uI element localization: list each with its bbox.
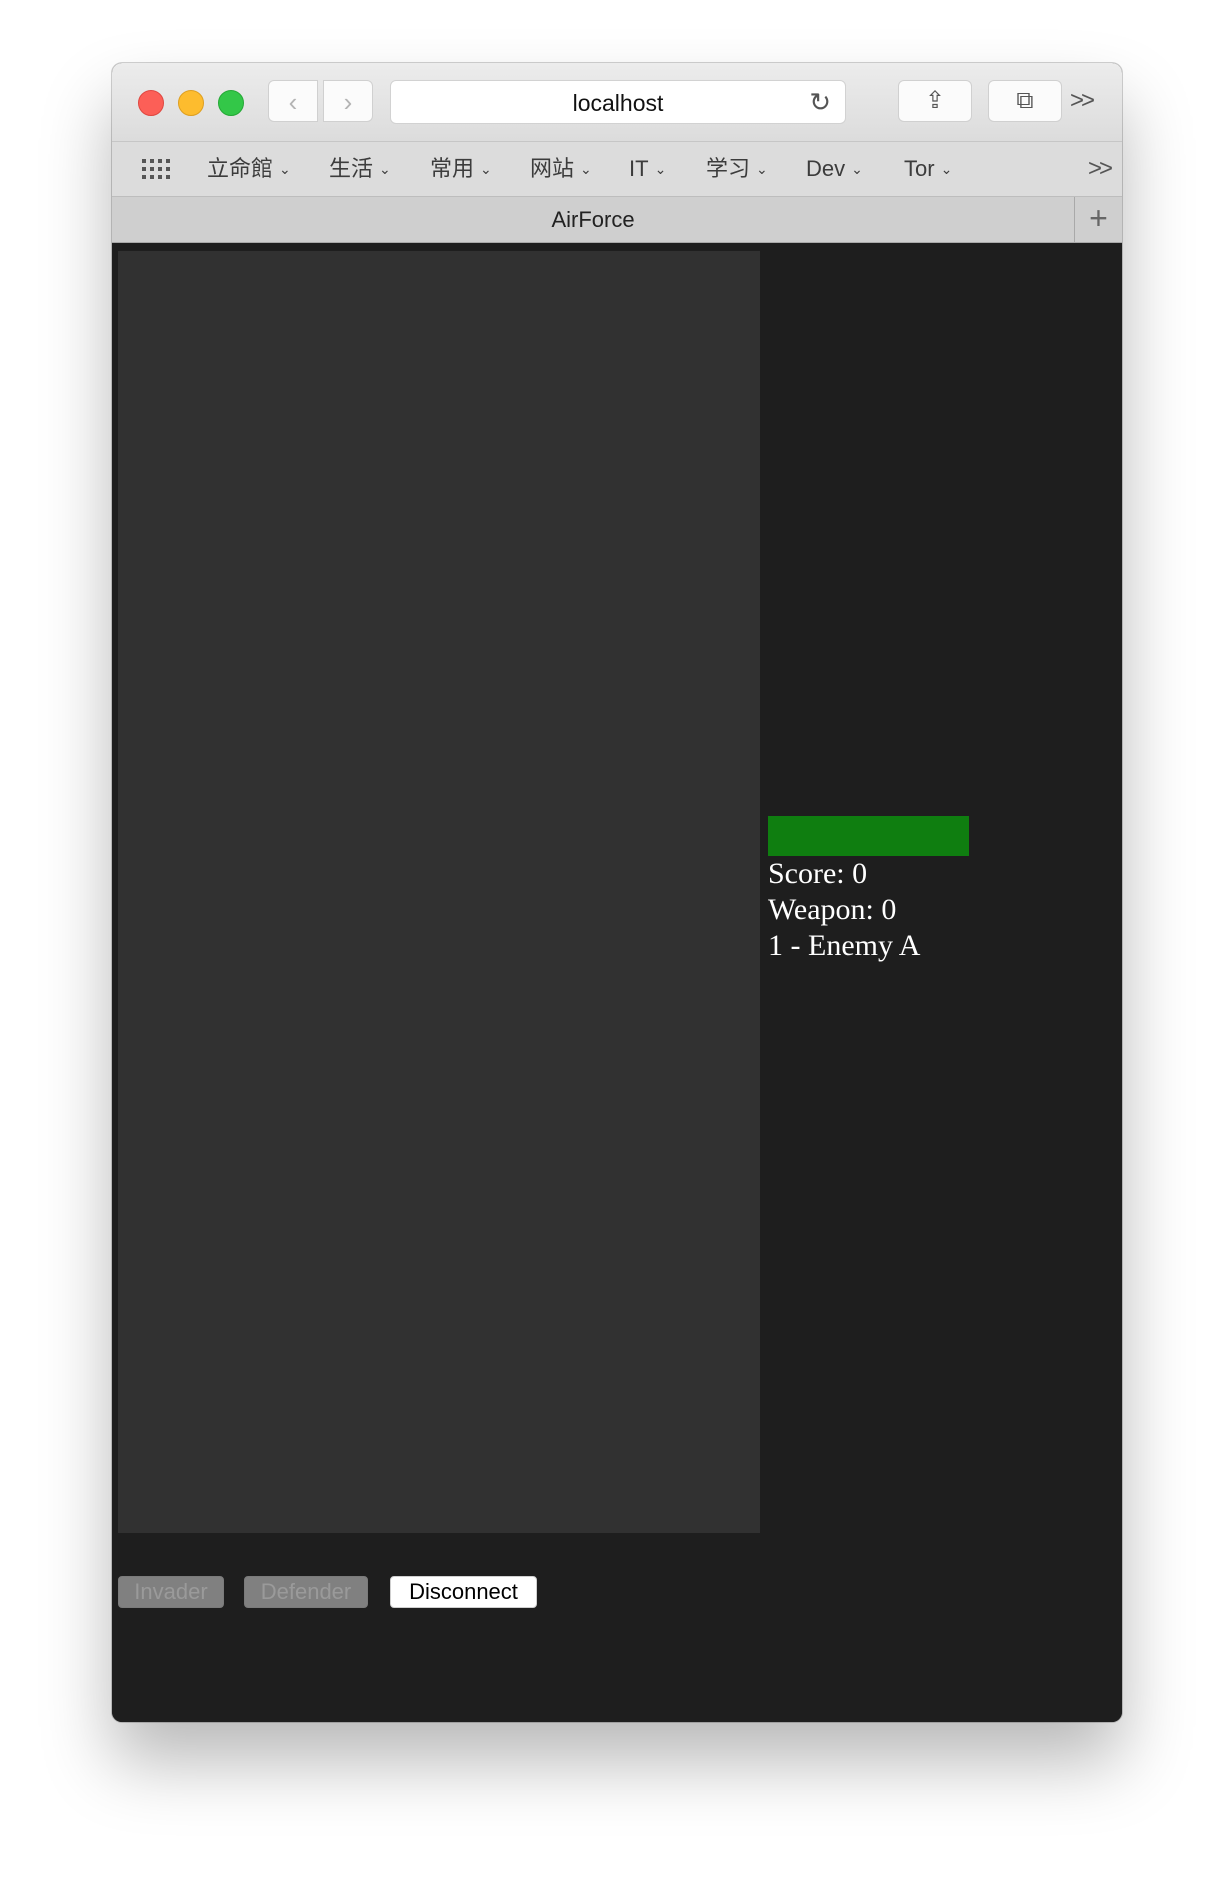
defender-button[interactable]: Defender (244, 1576, 368, 1608)
chevron-down-icon: ⌄ (756, 161, 768, 177)
bookmark-folder[interactable]: Tor ⌄ (904, 142, 952, 196)
weapon-text: Weapon: 0 (768, 893, 897, 926)
chevron-down-icon: ⌄ (580, 161, 592, 177)
tab-airforce[interactable]: AirForce (112, 197, 1074, 242)
forward-button[interactable]: › (323, 80, 373, 122)
invader-button[interactable]: Invader (118, 1576, 224, 1608)
game-canvas[interactable] (118, 251, 760, 1533)
tab-bar: AirForce + (112, 197, 1122, 243)
address-bar[interactable]: localhost ↻ (390, 80, 846, 124)
disconnect-button[interactable]: Disconnect (390, 1576, 537, 1608)
chevron-down-icon: ⌄ (379, 161, 391, 177)
bookmark-folder[interactable]: 立命館 ⌄ (207, 142, 291, 196)
show-tabs-button[interactable]: ⧉ (988, 80, 1062, 122)
chevron-left-icon: ‹ (288, 87, 298, 117)
address-text: localhost (572, 90, 664, 116)
chevron-down-icon: ⌄ (851, 161, 863, 177)
bookmark-folder[interactable]: Dev ⌄ (806, 142, 863, 196)
bookmarks-overflow-icon[interactable]: >> (1088, 142, 1113, 196)
reload-icon[interactable]: ↻ (809, 87, 831, 117)
new-tab-button[interactable]: + (1074, 197, 1122, 242)
toolbar-overflow-icon[interactable]: >> (1070, 83, 1095, 119)
score-text: Score: 0 (768, 857, 868, 890)
share-icon: ⇪ (924, 87, 946, 114)
bookmark-folder[interactable]: IT ⌄ (629, 142, 666, 196)
health-bar (768, 816, 969, 856)
share-button[interactable]: ⇪ (898, 80, 972, 122)
minimize-window-button[interactable] (178, 90, 204, 116)
chevron-down-icon: ⌄ (940, 161, 953, 177)
enemy-text: 1 - Enemy A (768, 929, 921, 962)
chevron-down-icon: ⌄ (480, 161, 492, 177)
back-button[interactable]: ‹ (268, 80, 318, 122)
bookmark-folder[interactable]: 生活 ⌄ (329, 142, 391, 196)
browser-window: ‹ › localhost ↻ ⇪ ⧉ >> 立命館 ⌄ 生活 ⌄ 常用 ⌄ 网站 ⌄ … (112, 63, 1122, 1722)
bookmark-folder[interactable]: 网站 ⌄ (530, 142, 592, 196)
top-sites-grid-icon[interactable] (142, 159, 172, 181)
chevron-down-icon: ⌄ (279, 161, 291, 177)
title-bar: ‹ › localhost ↻ ⇪ ⧉ >> (112, 63, 1122, 142)
close-window-button[interactable] (138, 90, 164, 116)
bookmarks-bar: 立命館 ⌄ 生活 ⌄ 常用 ⌄ 网站 ⌄ IT ⌄ 学习 ⌄ Dev ⌄ Tor ⌄ >> (112, 142, 1122, 197)
bookmark-folder[interactable]: 学习 ⌄ (706, 142, 768, 196)
tabs-icon: ⧉ (1016, 87, 1034, 114)
chevron-right-icon: › (343, 87, 353, 117)
plus-icon: + (1089, 200, 1108, 236)
chevron-down-icon: ⌄ (654, 161, 667, 177)
bookmark-folder[interactable]: 常用 ⌄ (430, 142, 492, 196)
zoom-window-button[interactable] (218, 90, 244, 116)
page-content: Score: 0 Weapon: 0 1 - Enemy A Invader D… (112, 243, 1122, 1722)
